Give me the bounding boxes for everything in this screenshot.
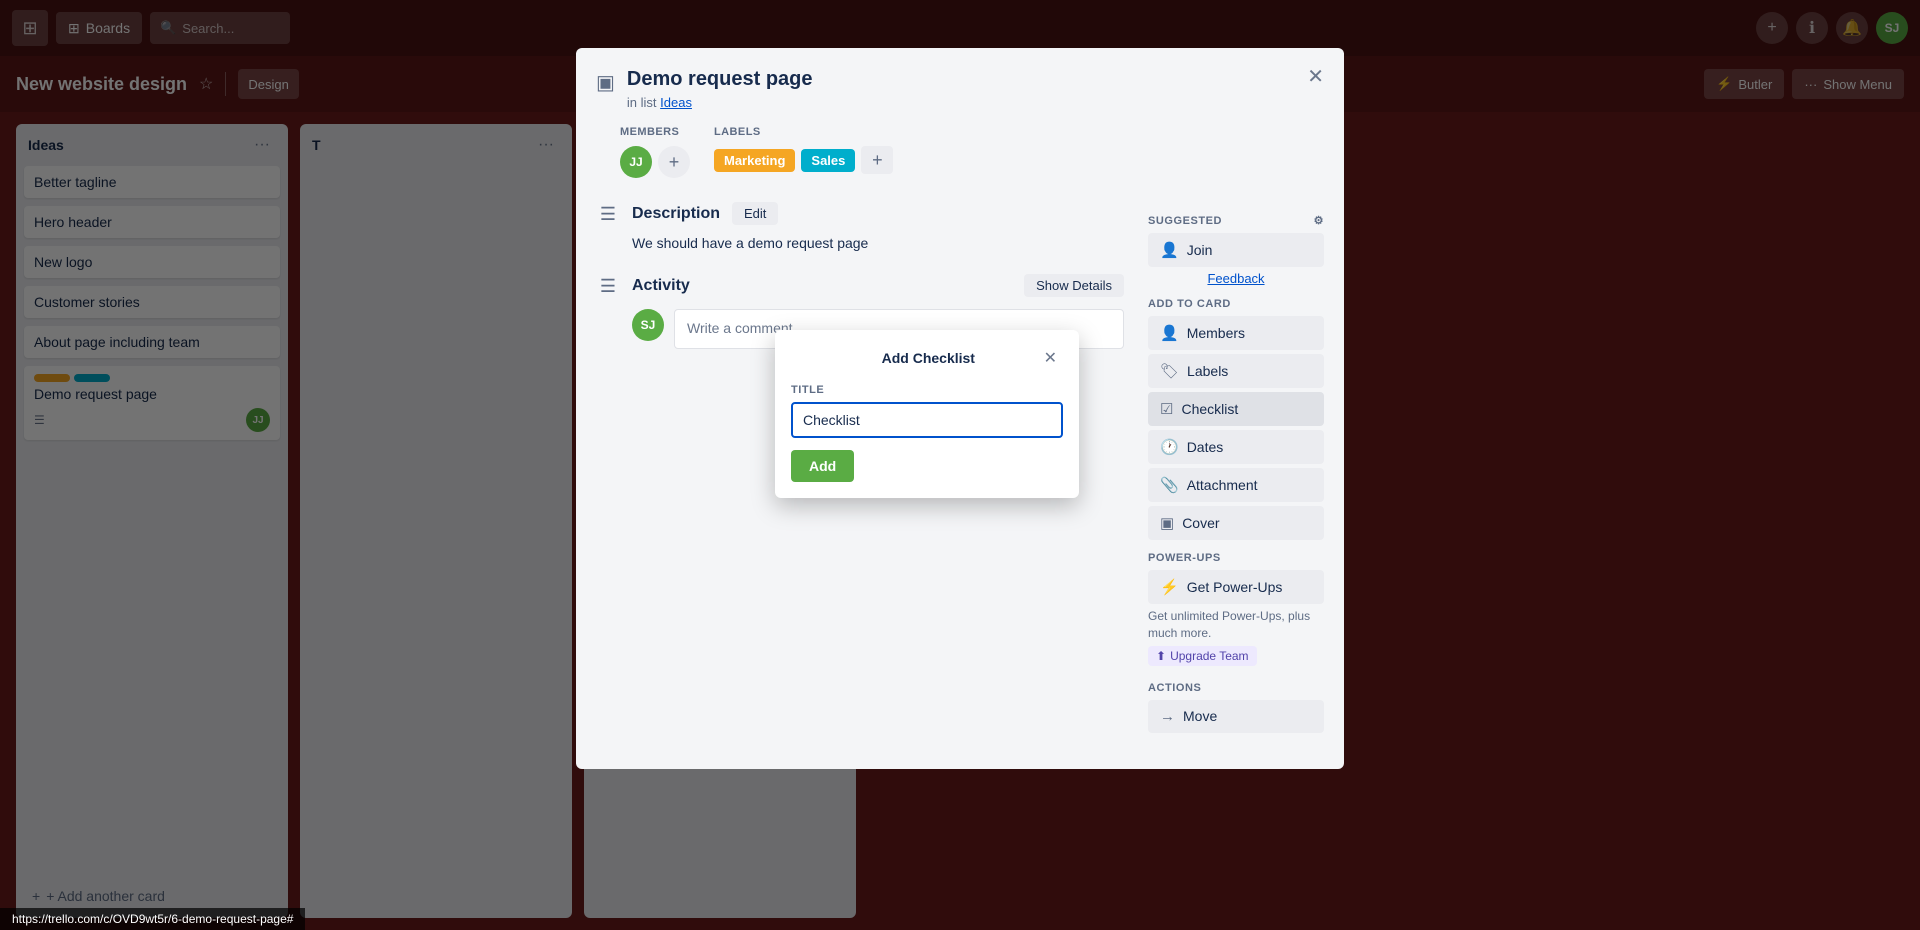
checklist-icon: ☑ — [1160, 400, 1173, 418]
description-title: Description — [632, 205, 720, 223]
modal-title: Demo request page — [627, 68, 1320, 91]
labels-items: Marketing Sales + — [714, 146, 893, 174]
get-power-ups-label: Get Power-Ups — [1187, 579, 1283, 595]
member-avatar-jj[interactable]: JJ — [620, 146, 652, 178]
activity-title: Activity — [632, 277, 690, 295]
get-power-ups-button[interactable]: ⚡ Get Power-Ups — [1148, 570, 1324, 604]
labels-label: LABELS — [714, 126, 893, 138]
cover-button[interactable]: ▣ Cover — [1148, 506, 1324, 540]
activity-header-row: Activity Show Details — [632, 274, 1124, 297]
members-items: JJ + — [620, 146, 690, 178]
modal-sidebar: SUGGESTED ⚙ 👤 Join Feedback ADD TO CARD … — [1136, 194, 1336, 745]
modal-subtitle: in list Ideas — [627, 95, 1320, 110]
edit-description-button[interactable]: Edit — [732, 202, 778, 225]
checklist-title-input[interactable] — [791, 402, 1063, 438]
upgrade-label: Upgrade Team — [1170, 649, 1249, 663]
dates-button[interactable]: 🕐 Dates — [1148, 430, 1324, 464]
move-btn-label: Move — [1183, 708, 1217, 724]
card-type-icon: ▣ — [596, 70, 615, 95]
description-section: ☰ Description Edit We should have a demo… — [596, 202, 1124, 254]
cover-icon: ▣ — [1160, 514, 1174, 532]
label-marketing[interactable]: Marketing — [714, 149, 795, 172]
attachment-icon: 📎 — [1160, 476, 1179, 494]
add-member-button[interactable]: + — [658, 146, 690, 178]
activity-icon: ☰ — [596, 276, 620, 297]
move-button[interactable]: → Move — [1148, 700, 1324, 733]
modal-header: ▣ Demo request page in list Ideas — [576, 48, 1344, 118]
meta-row: MEMBERS JJ + LABELS Marketing Sales — [576, 118, 1344, 194]
modal-header-content: Demo request page in list Ideas — [627, 68, 1320, 110]
activity-avatar: SJ — [632, 309, 664, 341]
description-content: Description Edit We should have a demo r… — [632, 202, 1124, 254]
members-label: MEMBERS — [620, 126, 690, 138]
modal-overlay[interactable]: ✕ ▣ Demo request page in list Ideas MEMB… — [0, 0, 1920, 930]
dates-icon: 🕐 — [1160, 438, 1179, 456]
attachment-button[interactable]: 📎 Attachment — [1148, 468, 1324, 502]
description-icon: ☰ — [596, 204, 620, 225]
person-icon: 👤 — [1160, 241, 1179, 259]
add-label-button[interactable]: + — [861, 146, 893, 174]
move-icon: → — [1160, 708, 1175, 725]
url-bar: https://trello.com/c/OVD9wt5r/6-demo-req… — [0, 908, 305, 930]
suggested-label: SUGGESTED ⚙ — [1148, 214, 1324, 227]
labels-btn-label: Labels — [1187, 363, 1228, 379]
add-checklist-popup: Add Checklist ✕ Title Add — [775, 330, 1079, 498]
join-label: Join — [1187, 242, 1213, 258]
members-section: MEMBERS JJ + — [620, 126, 690, 178]
members-icon: 👤 — [1160, 324, 1179, 342]
feedback-link[interactable]: Feedback — [1148, 271, 1324, 286]
upgrade-pill[interactable]: ⬆ Upgrade Team — [1148, 646, 1257, 666]
dates-btn-label: Dates — [1187, 439, 1224, 455]
attachment-btn-label: Attachment — [1187, 477, 1258, 493]
labels-section: LABELS Marketing Sales + — [714, 126, 893, 178]
power-ups-icon: ⚡ — [1160, 578, 1179, 596]
gear-icon[interactable]: ⚙ — [1314, 214, 1324, 227]
upgrade-icon: ⬆ — [1156, 649, 1166, 663]
checklist-button[interactable]: ☑ Checklist — [1148, 392, 1324, 426]
url-text: https://trello.com/c/OVD9wt5r/6-demo-req… — [12, 912, 293, 926]
join-button[interactable]: 👤 Join — [1148, 233, 1324, 267]
modal-close-button[interactable]: ✕ — [1299, 60, 1332, 93]
actions-label: ACTIONS — [1148, 682, 1324, 694]
modal-list-link[interactable]: Ideas — [660, 95, 692, 110]
add-to-card-label: ADD TO CARD — [1148, 298, 1324, 310]
power-ups-label: POWER-UPS — [1148, 552, 1324, 564]
labels-icon: 🏷 — [1160, 362, 1179, 380]
power-ups-desc: Get unlimited Power-Ups, plus much more. — [1148, 608, 1324, 642]
popup-field-label: Title — [791, 384, 1063, 396]
members-button[interactable]: 👤 Members — [1148, 316, 1324, 350]
popup-add-button[interactable]: Add — [791, 450, 854, 482]
description-header: Description Edit — [632, 202, 1124, 225]
members-btn-label: Members — [1187, 325, 1245, 341]
cover-btn-label: Cover — [1182, 515, 1219, 531]
checklist-btn-label: Checklist — [1181, 401, 1238, 417]
labels-button[interactable]: 🏷 Labels — [1148, 354, 1324, 388]
popup-title: Add Checklist — [819, 350, 1038, 366]
show-details-button[interactable]: Show Details — [1024, 274, 1124, 297]
close-icon: ✕ — [1307, 66, 1324, 88]
description-text: We should have a demo request page — [632, 233, 1124, 254]
label-sales[interactable]: Sales — [801, 149, 855, 172]
popup-close-button[interactable]: ✕ — [1038, 346, 1063, 370]
popup-header: Add Checklist ✕ — [791, 346, 1063, 370]
